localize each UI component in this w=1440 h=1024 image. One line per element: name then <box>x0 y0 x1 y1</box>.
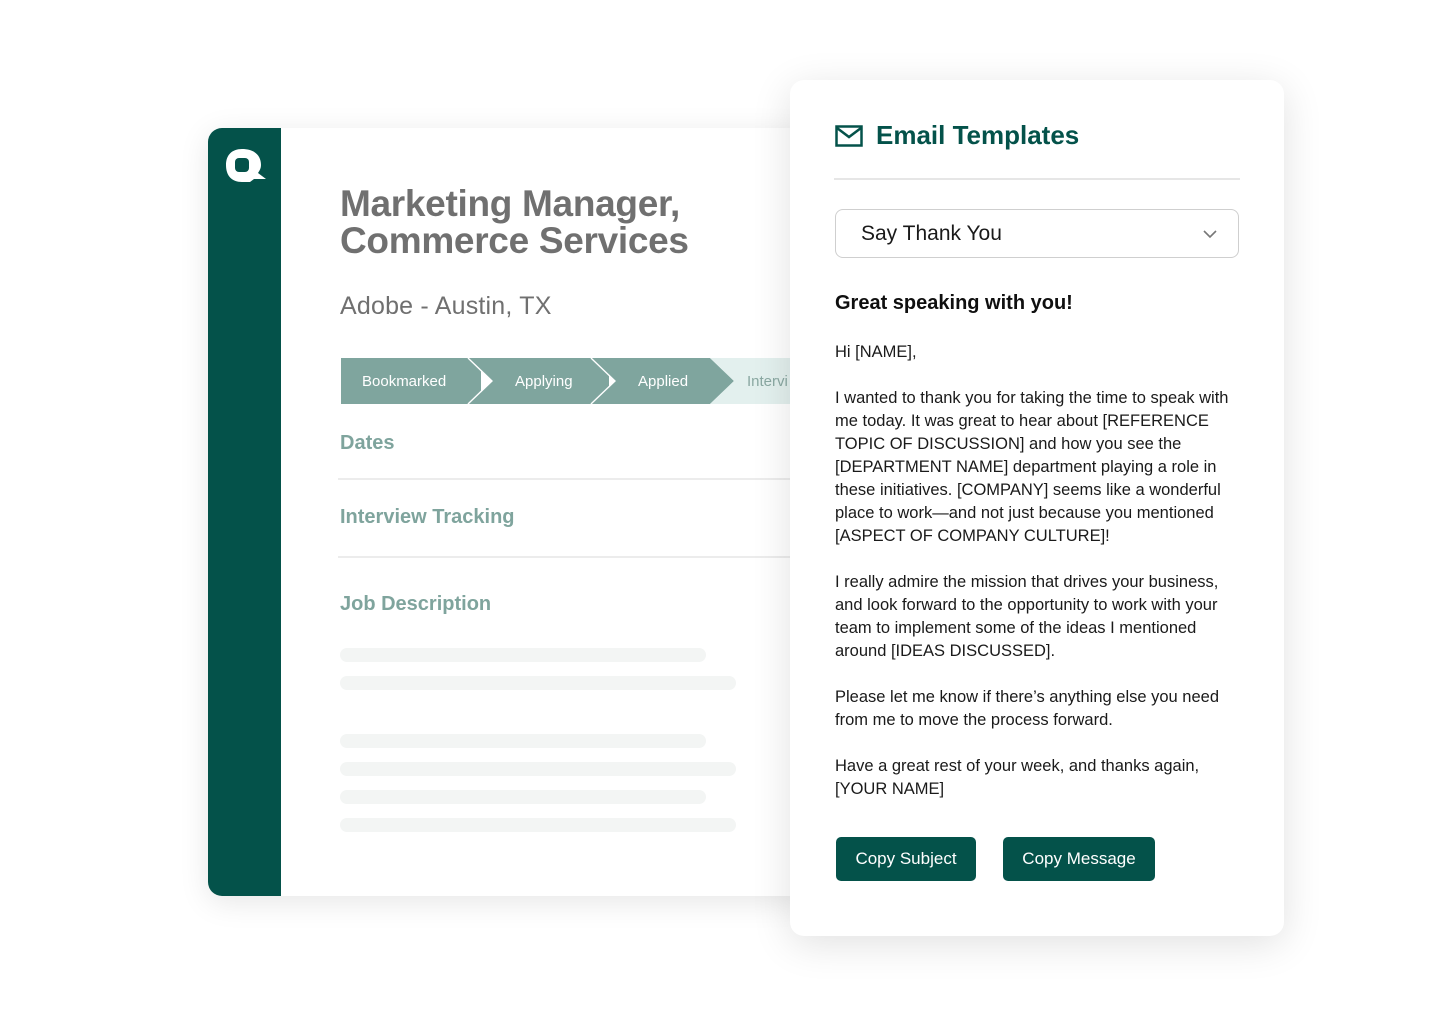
email-body: Hi [NAME], I wanted to thank you for tak… <box>835 341 1243 824</box>
copy-message-button[interactable]: Copy Message <box>1003 837 1155 881</box>
email-paragraph: I wanted to thank you for taking the tim… <box>835 389 1229 545</box>
email-paragraph: Have a great rest of your week, and than… <box>835 757 1200 798</box>
job-card: Marketing Manager, Commerce Services Ado… <box>208 128 808 896</box>
stage-progress: Bookmarked Applying Applied Intervi <box>341 358 808 404</box>
placeholder-line <box>340 790 706 804</box>
stage-applying[interactable]: Applying <box>469 358 609 404</box>
stage-bookmarked[interactable]: Bookmarked <box>341 358 481 404</box>
divider <box>338 556 808 558</box>
divider <box>834 178 1240 180</box>
job-title-line-2: Commerce Services <box>340 220 689 261</box>
email-templates-panel: Email Templates Say Thank You Great spea… <box>790 80 1284 936</box>
divider <box>338 478 808 480</box>
placeholder-line <box>340 734 706 748</box>
sidebar-rail <box>208 128 281 896</box>
placeholder-line <box>340 762 736 776</box>
company-location: Adobe - Austin, TX <box>340 292 552 320</box>
stage-interviewing-label: Intervi <box>747 372 788 390</box>
chevron-down-icon <box>1203 230 1217 239</box>
stage-bookmarked-label: Bookmarked <box>362 372 447 390</box>
placeholder-line <box>340 648 706 662</box>
email-subject: Great speaking with you! <box>835 292 1073 314</box>
job-title-line-1: Marketing Manager, <box>340 183 681 224</box>
email-paragraph: Please let me know if there’s anything e… <box>835 688 1220 729</box>
job-title: Marketing Manager, Commerce Services <box>340 185 800 259</box>
section-dates[interactable]: Dates <box>340 432 394 455</box>
job-detail: Marketing Manager, Commerce Services Ado… <box>281 128 808 896</box>
stage-applied-label: Applied <box>638 372 689 390</box>
section-interview-tracking[interactable]: Interview Tracking <box>340 506 515 529</box>
placeholder-line <box>340 818 736 832</box>
panel-title: Email Templates <box>876 120 1080 150</box>
app-logo-icon <box>224 147 266 182</box>
email-paragraph: Hi [NAME], <box>835 343 917 361</box>
stage-applying-label: Applying <box>515 372 573 390</box>
template-select-value: Say Thank You <box>861 221 1002 245</box>
email-paragraph: I really admire the mission that drives … <box>835 573 1219 660</box>
copy-subject-button[interactable]: Copy Subject <box>836 837 976 881</box>
template-select[interactable]: Say Thank You <box>835 209 1239 258</box>
stage-applied[interactable]: Applied <box>592 358 734 404</box>
section-job-description[interactable]: Job Description <box>340 593 491 616</box>
envelope-icon <box>835 125 863 147</box>
placeholder-line <box>340 676 736 690</box>
